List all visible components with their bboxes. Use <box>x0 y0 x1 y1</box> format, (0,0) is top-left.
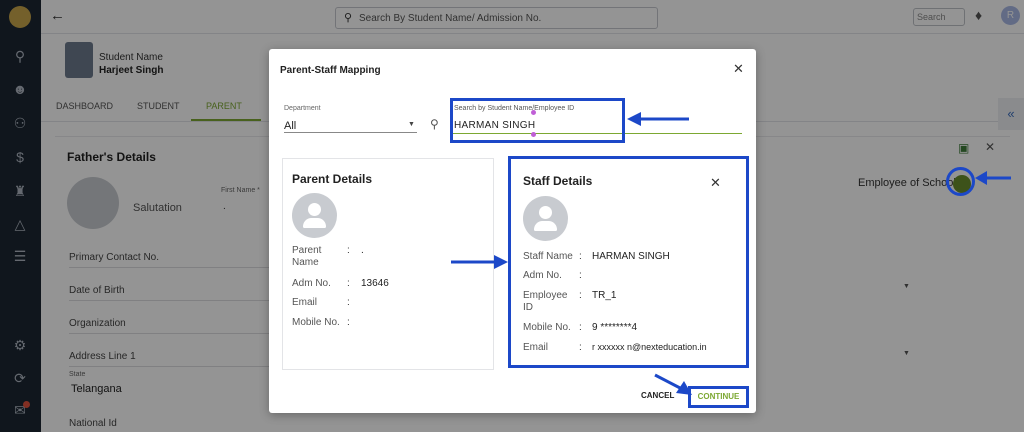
colon: : <box>347 317 350 328</box>
parent-mobile-label: Mobile No. <box>292 317 340 328</box>
parent-adm-no-value: 13646 <box>361 278 389 289</box>
parent-staff-mapping-dialog: Parent-Staff Mapping ✕ Department All ▼ … <box>269 49 756 413</box>
parent-adm-no-label: Adm No. <box>292 278 331 289</box>
chevron-down-icon[interactable]: ▼ <box>408 121 415 128</box>
colon: : <box>579 270 582 281</box>
colon: : <box>347 278 350 289</box>
staff-name-value: HARMAN SINGH <box>592 251 670 262</box>
staff-email-label: Email <box>523 342 549 353</box>
continue-button[interactable]: CONTINUE <box>688 386 749 408</box>
staff-avatar <box>523 196 568 241</box>
arrow-left-icon <box>975 171 1011 185</box>
department-select[interactable]: All <box>284 120 296 132</box>
arrow-down-right-icon <box>654 373 692 395</box>
colon: : <box>579 251 582 262</box>
arrow-left-icon <box>627 112 689 126</box>
close-icon[interactable]: ✕ <box>710 175 721 191</box>
parent-name-label: Parent Name <box>292 245 322 268</box>
staff-mobile-label: Mobile No. <box>523 322 571 333</box>
colon: : <box>347 245 350 256</box>
staff-details-title: Staff Details <box>523 174 593 188</box>
employee-id-label: Employee ID <box>523 290 568 313</box>
colon: : <box>347 297 350 308</box>
colon: : <box>579 290 582 301</box>
staff-email-value: r xxxxxx n@nexteducation.in <box>592 342 707 352</box>
close-icon[interactable]: ✕ <box>733 61 744 77</box>
parent-details-title: Parent Details <box>292 172 373 186</box>
employee-id-value: TR_1 <box>592 290 617 301</box>
staff-adm-no-label: Adm No. <box>523 270 562 281</box>
colon: : <box>579 342 582 353</box>
staff-name-label: Staff Name <box>523 251 573 262</box>
text-cursor-handle[interactable] <box>531 110 536 115</box>
parent-name-value: . <box>361 245 364 256</box>
search-icon[interactable]: ⚲ <box>430 117 439 131</box>
toggle-highlight-annotation <box>946 167 975 196</box>
staff-details-card[interactable]: Staff Details ✕ Staff Name : HARMAN SING… <box>508 156 749 368</box>
parent-email-label: Email <box>292 297 318 308</box>
search-label: Search by Student Name/Employee ID <box>454 105 575 112</box>
text-cursor-handle[interactable] <box>531 132 536 137</box>
arrow-right-icon <box>451 255 508 269</box>
department-underline <box>284 132 417 133</box>
dialog-title: Parent-Staff Mapping <box>280 65 381 76</box>
student-employee-search-input[interactable]: HARMAN SINGH <box>454 120 535 131</box>
parent-avatar <box>292 193 337 238</box>
department-label: Department <box>284 105 321 112</box>
colon: : <box>579 322 582 333</box>
staff-mobile-value: 9 ********4 <box>592 322 638 333</box>
